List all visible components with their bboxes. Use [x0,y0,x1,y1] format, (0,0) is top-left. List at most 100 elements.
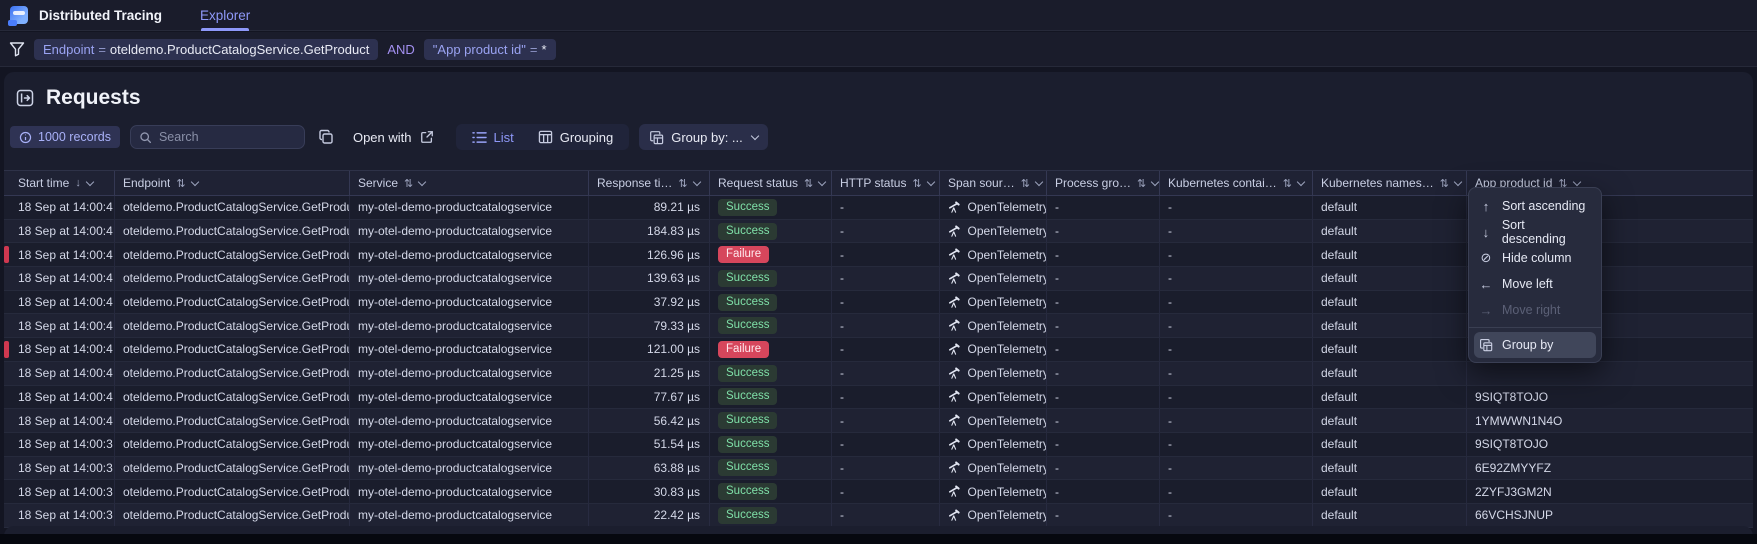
cell-service: my-otel-demo-productcatalogservice [349,243,588,267]
cell-endpoint: oteldemo.ProductCatalogService.GetProduc… [114,361,349,385]
table-row[interactable]: 18 Sep at 14:00:3 oteldemo.ProductCatalog… [4,480,1753,504]
view-list-label: List [493,129,514,145]
column-header-endpoint[interactable]: Endpoint ⇅ [114,171,349,195]
cell-start-time: 18 Sep at 14:00:3 [18,437,113,452]
cell-request-status: Success [709,219,831,243]
table-row[interactable]: 18 Sep at 14:00:4 oteldemo.ProductCatalog… [4,409,1753,433]
column-header-response-ti[interactable]: Response ti… ⇅ [588,171,709,195]
span-source-label: OpenTelemetry [967,460,1046,475]
cell-span-source: OpenTelemetry [939,409,1046,432]
group-by-button[interactable]: Group by: ... [639,124,768,150]
menu-item-sort-descending[interactable]: ↓ Sort descending [1469,218,1601,246]
sort-icon[interactable]: ↓ [75,177,81,189]
sort-icon[interactable]: ⇅ [1137,177,1146,190]
tab-explorer[interactable]: Explorer [200,0,250,31]
cell-app-product-id: 2ZYFJ3GM2N [1466,480,1753,503]
column-menu-chevron-icon[interactable] [417,177,427,186]
copy-icon[interactable] [318,129,334,145]
menu-item-label: Sort ascending [1502,199,1586,213]
menu-item-hide-column[interactable]: ⊘ Hide column [1469,245,1601,271]
cell-kubernetes-container: - [1159,338,1312,361]
new-badge [8,20,17,26]
column-header-kubernetes-names[interactable]: Kubernetes names… ⇅ [1312,171,1466,195]
table-row[interactable]: 18 Sep at 14:00:3 oteldemo.ProductCatalog… [4,456,1753,481]
menu-item-label: Hide column [1502,251,1572,265]
cell-service: my-otel-demo-productcatalogservice [349,290,588,314]
cell-service: my-otel-demo-productcatalogservice [349,196,588,219]
column-header-start-time[interactable]: Start time ↓ [4,171,114,195]
column-menu-chevron-icon[interactable] [85,177,95,186]
records-count-badge[interactable]: 1000 records [10,126,120,148]
column-menu-chevron-icon[interactable] [818,177,827,186]
column-menu-chevron-icon[interactable] [190,177,199,186]
cell-http-status: - [831,480,939,503]
cell-endpoint: oteldemo.ProductCatalogService.GetProduc… [114,290,349,314]
cell-kubernetes-namespace: default [1312,385,1466,409]
column-header-span-sour[interactable]: Span sour… ⇅ [939,171,1046,195]
column-menu-chevron-icon[interactable] [1572,177,1581,186]
filter-pill-endpoint[interactable]: Endpoint = oteldemo.ProductCatalogService.… [34,38,379,60]
cell-request-status: Success [709,361,831,385]
column-menu-chevron-icon[interactable] [1296,177,1306,186]
column-header-http-status[interactable]: HTTP status ⇅ [831,171,939,195]
view-list-button[interactable]: List [460,124,526,150]
column-header-request-status[interactable]: Request status ⇅ [709,171,831,195]
open-with-button[interactable]: Open with [353,130,434,145]
sort-icon[interactable]: ⇅ [678,177,687,190]
cell-endpoint: oteldemo.ProductCatalogService.GetProduc… [114,338,349,361]
sort-icon[interactable]: ⇅ [404,177,413,190]
search-input[interactable] [158,130,320,144]
table-row[interactable]: 18 Sep at 14:00:4 oteldemo.ProductCatalog… [4,385,1753,410]
column-header-kubernetes-contai[interactable]: Kubernetes contai… ⇅ [1159,171,1312,195]
menu-item-move-left[interactable]: ← Move left [1469,271,1601,297]
cell-process-group: - [1046,480,1159,503]
sort-icon[interactable]: ⇅ [1440,177,1449,190]
cell-process-group: - [1046,338,1159,361]
cell-response-time: 126.96 µs [588,243,709,267]
cell-http-status: - [831,290,939,314]
cell-response-time: 121.00 µs [588,338,709,361]
cell-kubernetes-container: - [1159,503,1312,527]
cell-start-time: 18 Sep at 14:00:3 [18,460,113,475]
column-menu-chevron-icon[interactable] [1151,177,1159,186]
cell-endpoint: oteldemo.ProductCatalogService.GetProduc… [114,219,349,243]
table-row[interactable]: 18 Sep at 14:00:4 oteldemo.ProductCatalog… [4,361,1753,386]
sort-icon[interactable]: ⇅ [1021,177,1030,190]
sort-icon[interactable]: ⇅ [1283,177,1292,190]
telescope-icon [948,438,960,450]
column-label: HTTP status [840,176,907,190]
cell-response-time: 22.42 µs [588,503,709,527]
cell-span-source: OpenTelemetry [939,196,1046,219]
grouping-icon [538,130,553,144]
cell-response-time: 30.83 µs [588,480,709,503]
cell-start-time: 18 Sep at 14:00:4 [18,366,113,381]
column-menu-chevron-icon[interactable] [1034,177,1044,186]
cell-http-status: - [831,409,939,432]
cell-kubernetes-container: - [1159,314,1312,338]
table-row[interactable]: 18 Sep at 14:00:3 oteldemo.ProductCatalog… [4,432,1753,457]
table-row[interactable]: 18 Sep at 14:00:3 oteldemo.ProductCatalog… [4,503,1753,528]
cell-process-group: - [1046,196,1159,219]
telescope-icon [948,296,960,308]
column-menu-chevron-icon[interactable] [926,177,935,186]
column-header-process-gro[interactable]: Process gro… ⇅ [1046,171,1159,195]
open-in-new-icon [420,130,434,144]
menu-item-group-by[interactable]: Group by [1474,332,1596,358]
sort-descending-icon: ↓ [1482,224,1490,240]
filter-pill-app-product-id[interactable]: "App product id" = * [423,38,556,60]
view-toggle: List Grouping [455,124,630,150]
app-logo-icon[interactable] [8,6,28,26]
cell-kubernetes-namespace: default [1312,432,1466,456]
sort-icon[interactable]: ⇅ [804,177,813,190]
cell-service: my-otel-demo-productcatalogservice [349,338,588,361]
column-header-service[interactable]: Service ⇅ [349,171,588,195]
sort-icon[interactable]: ⇅ [912,177,921,190]
column-menu-chevron-icon[interactable] [1453,177,1463,186]
column-menu-chevron-icon[interactable] [692,177,701,186]
menu-item-sort-ascending[interactable]: ↑ Sort ascending [1469,193,1601,219]
cell-app-product-id: 6E92ZMYYFZ [1466,456,1753,480]
search-box [129,125,320,149]
view-grouping-button[interactable]: Grouping [526,124,625,150]
sort-icon[interactable]: ⇅ [176,177,185,190]
menu-item-label: Move left [1502,277,1553,291]
